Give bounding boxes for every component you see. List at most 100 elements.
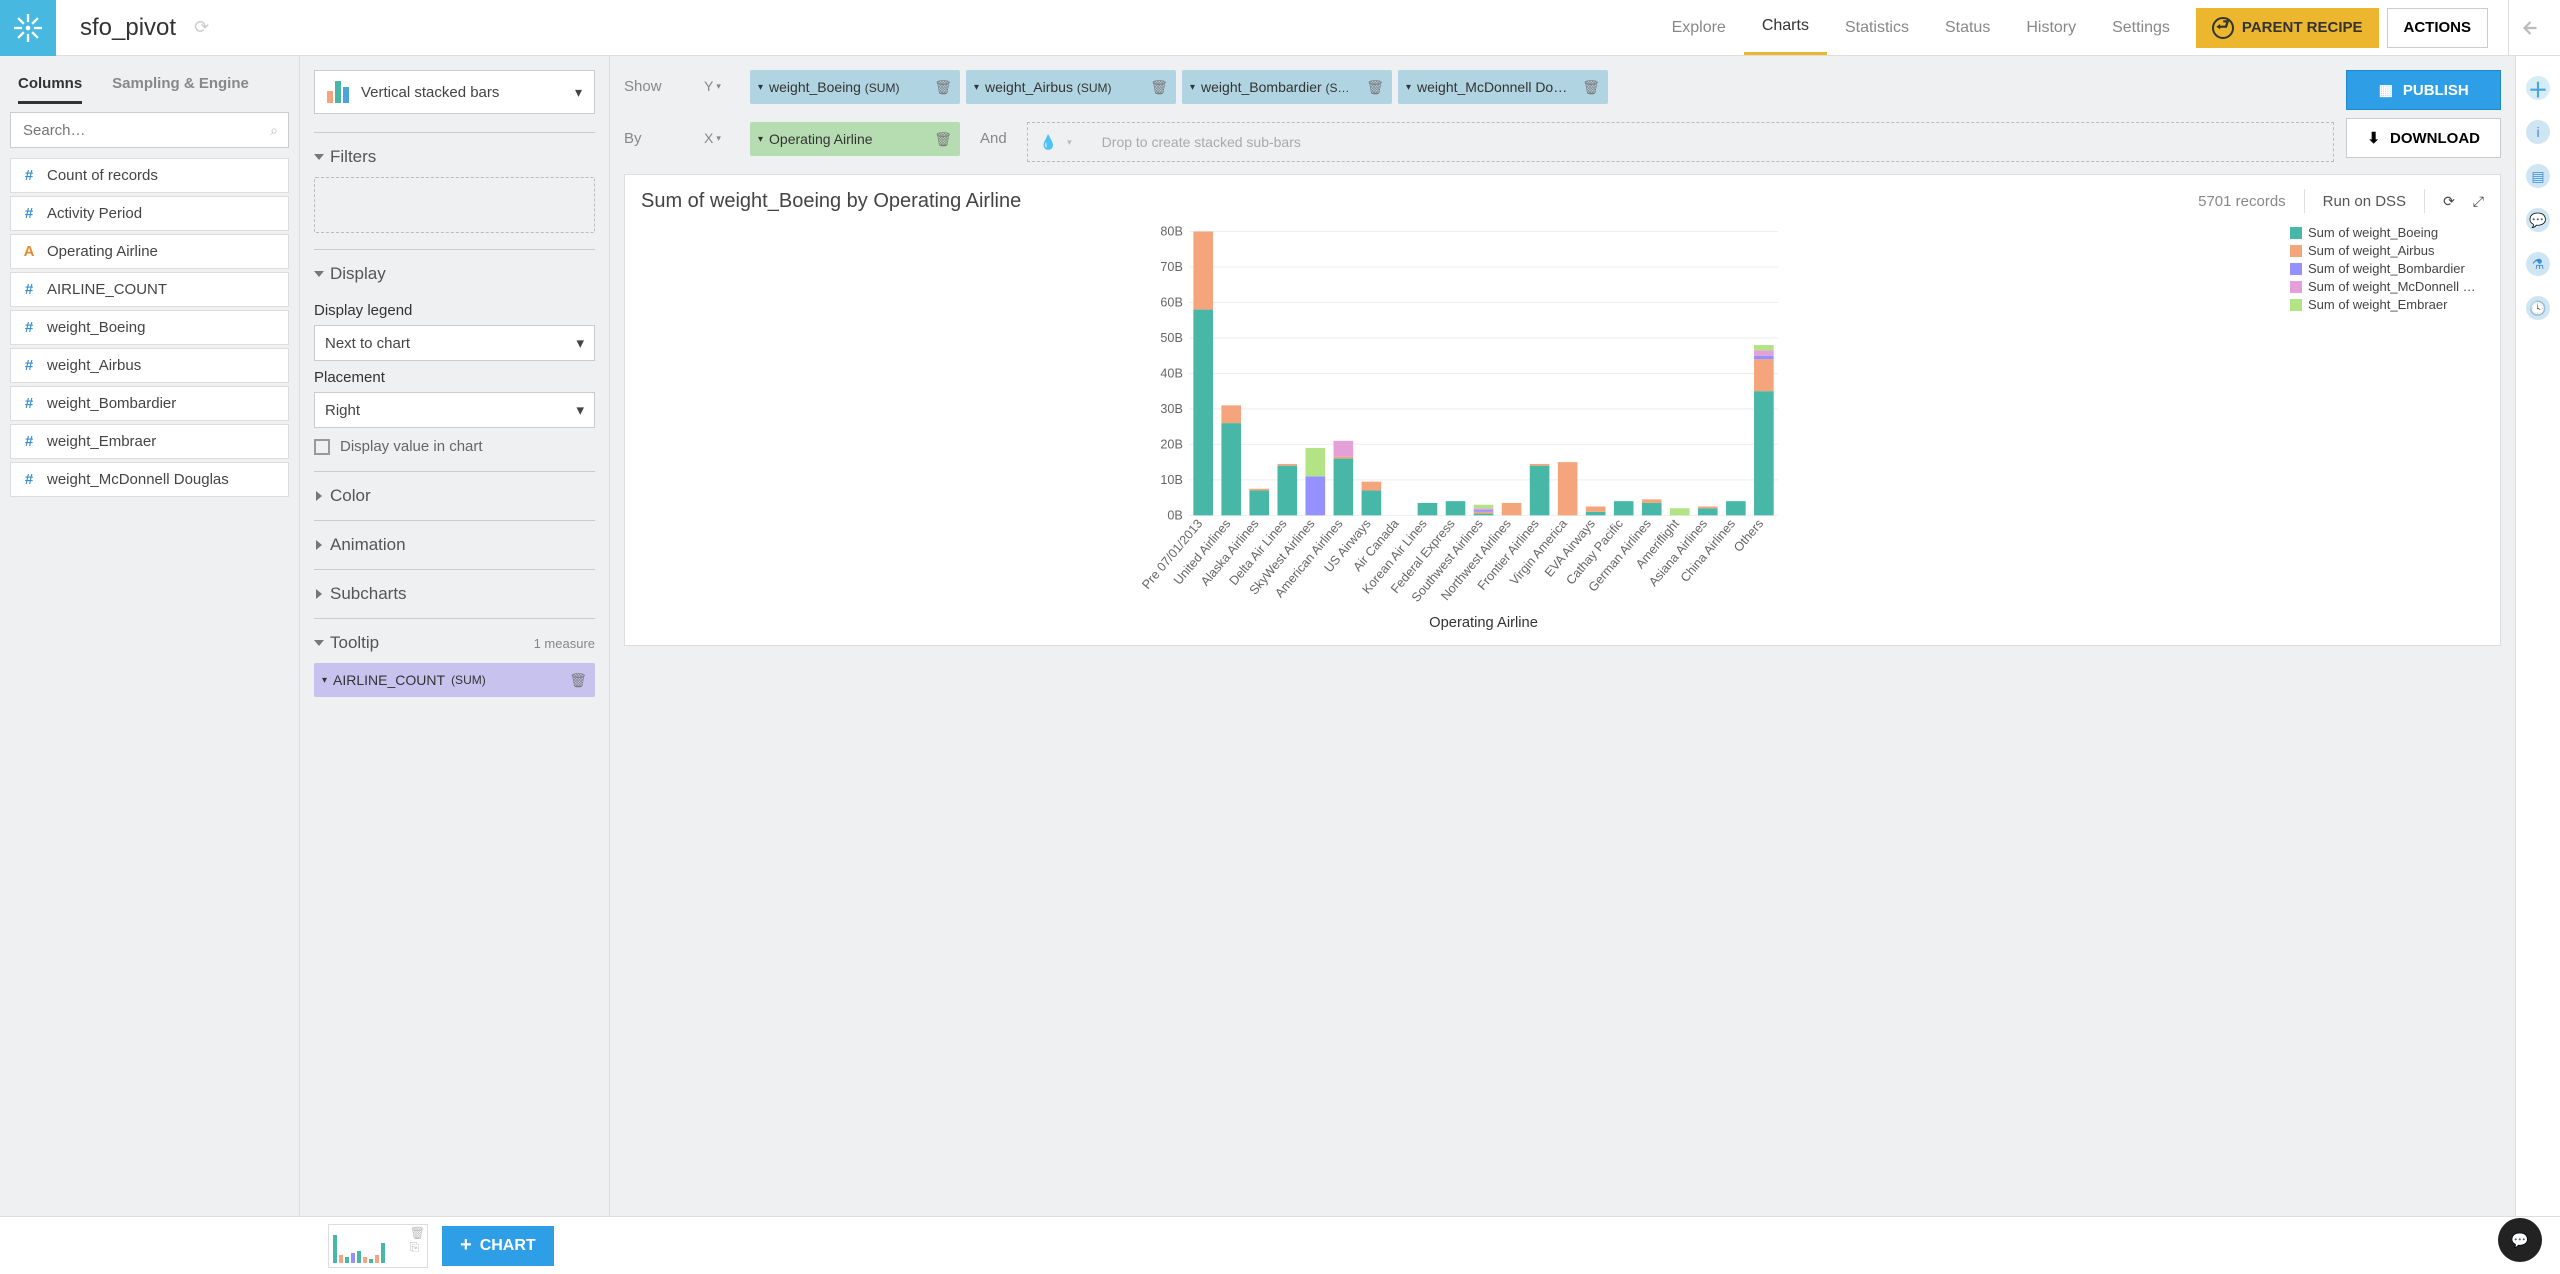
nav-tab-explore[interactable]: Explore	[1654, 0, 1744, 55]
intercom-icon[interactable]: 💬	[2498, 1218, 2542, 1262]
column-item[interactable]: AOperating Airline	[10, 234, 289, 269]
trash-icon[interactable]: 🗑	[934, 131, 952, 148]
chevron-down-icon: ▾	[1406, 82, 1411, 93]
section-color[interactable]: Color	[314, 482, 595, 510]
nav-tab-charts[interactable]: Charts	[1744, 0, 1827, 55]
type-icon: #	[21, 319, 37, 336]
svg-text:60B: 60B	[1160, 296, 1182, 310]
publish-icon: ▦	[2379, 81, 2393, 99]
legend-label: Display legend	[314, 302, 595, 319]
chart-legend: Sum of weight_BoeingSum of weight_Airbus…	[2284, 221, 2484, 631]
x-pill[interactable]: ▾ Operating Airline 🗑	[750, 122, 960, 156]
legend-swatch	[2290, 281, 2302, 293]
chevron-down-icon: ▾	[576, 401, 584, 419]
y-pill[interactable]: ▾weight_Bombardier (S…🗑	[1182, 70, 1392, 104]
chevron-down-icon: ▾	[758, 134, 763, 145]
nav-tab-history[interactable]: History	[2008, 0, 2094, 55]
legend-select[interactable]: Next to chart▾	[314, 325, 595, 361]
tooltip-pill[interactable]: ▾ AIRLINE_COUNT (SUM) 🗑	[314, 663, 595, 697]
section-display[interactable]: Display	[314, 260, 595, 288]
y-pill[interactable]: ▾weight_McDonnell Do… 🗑	[1398, 70, 1608, 104]
rail-table-icon[interactable]: ▤	[2526, 164, 2550, 188]
column-item[interactable]: #weight_Bombardier	[10, 386, 289, 421]
svg-text:0B: 0B	[1167, 509, 1182, 523]
new-chart-button[interactable]: +CHART	[442, 1226, 554, 1266]
chart-thumbnail[interactable]: 🗑⎘	[328, 1224, 428, 1268]
legend-item: Sum of weight_Airbus	[2290, 243, 2484, 258]
axis-x-label[interactable]: X ▾	[704, 122, 730, 146]
tab-columns[interactable]: Columns	[18, 68, 82, 104]
placement-select[interactable]: Right▾	[314, 392, 595, 428]
publish-button[interactable]: ▦ PUBLISH	[2346, 70, 2501, 110]
section-subcharts[interactable]: Subcharts	[314, 580, 595, 608]
display-value-checkbox[interactable]: Display value in chart	[314, 438, 595, 455]
svg-text:80B: 80B	[1160, 225, 1182, 239]
type-icon: #	[21, 357, 37, 374]
download-button[interactable]: ⬇ DOWNLOAD	[2346, 118, 2501, 158]
records-count: 5701 records	[2198, 193, 2286, 210]
y-pill[interactable]: ▾weight_Boeing (SUM)🗑	[750, 70, 960, 104]
chart-plot[interactable]: 0B10B20B30B40B50B60B70B80BPre 07/01/2013…	[641, 221, 2284, 631]
page-title: sfo_pivot	[80, 14, 176, 42]
column-item[interactable]: #weight_McDonnell Douglas	[10, 462, 289, 497]
chevron-down-icon: ▾	[1190, 82, 1195, 93]
drop-icon: 💧	[1040, 134, 1057, 151]
legend-item: Sum of weight_Bombardier	[2290, 261, 2484, 276]
rail-chat-icon[interactable]: 💬	[2526, 208, 2550, 232]
legend-swatch	[2290, 245, 2302, 257]
rail-history-icon[interactable]: 🕓	[2526, 296, 2550, 320]
chart-type-select[interactable]: Vertical stacked bars ▾	[314, 70, 595, 114]
rail-info-icon[interactable]: i	[2526, 120, 2550, 144]
parent-recipe-label: PARENT RECIPE	[2242, 19, 2363, 36]
back-arrow-icon[interactable]	[2508, 0, 2548, 56]
nav-tab-settings[interactable]: Settings	[2094, 0, 2188, 55]
nav-tab-status[interactable]: Status	[1927, 0, 2008, 55]
subgroup-drop[interactable]: 💧▾ Drop to create stacked sub-bars	[1027, 122, 2335, 162]
column-item[interactable]: #weight_Boeing	[10, 310, 289, 345]
column-item[interactable]: #weight_Embraer	[10, 424, 289, 459]
axis-y-label[interactable]: Y ▾	[704, 70, 730, 94]
type-icon: #	[21, 395, 37, 412]
tab-sampling[interactable]: Sampling & Engine	[112, 68, 249, 104]
search-input-wrapper[interactable]: ⌕	[10, 112, 289, 148]
legend-item: Sum of weight_Embraer	[2290, 297, 2484, 312]
refresh-icon[interactable]: ⟳	[194, 17, 209, 38]
run-on-dss[interactable]: Run on DSS	[2323, 193, 2406, 210]
section-animation[interactable]: Animation	[314, 531, 595, 559]
chevron-down-icon: ▾	[576, 334, 584, 352]
y-pill[interactable]: ▾weight_Airbus (SUM)🗑	[966, 70, 1176, 104]
refresh-chart-icon[interactable]: ⟳	[2443, 193, 2455, 210]
actions-button[interactable]: ACTIONS	[2387, 8, 2489, 48]
search-input[interactable]	[21, 121, 270, 140]
column-item[interactable]: #weight_Airbus	[10, 348, 289, 383]
svg-text:Others: Others	[1731, 517, 1766, 555]
trash-icon[interactable]: 🗑	[1582, 79, 1600, 96]
rail-lab-icon[interactable]: ⚗	[2526, 252, 2550, 276]
legend-swatch	[2290, 299, 2302, 311]
trash-icon[interactable]: 🗑	[934, 79, 952, 96]
parent-recipe-button[interactable]: ⮐ PARENT RECIPE	[2196, 8, 2379, 48]
expand-icon[interactable]: ⤢	[2473, 193, 2484, 210]
app-logo[interactable]	[0, 0, 56, 56]
thumb-copy-icon[interactable]: ⎘	[410, 1241, 425, 1253]
bar-chart-icon	[327, 81, 349, 103]
section-tooltip[interactable]: Tooltip1 measure	[314, 629, 595, 657]
section-filters[interactable]: Filters	[314, 143, 595, 171]
column-item[interactable]: #AIRLINE_COUNT	[10, 272, 289, 307]
type-icon: #	[21, 471, 37, 488]
filters-drop[interactable]	[314, 177, 595, 233]
trash-icon[interactable]: 🗑	[1366, 79, 1384, 96]
legend-swatch	[2290, 227, 2302, 239]
nav-tab-statistics[interactable]: Statistics	[1827, 0, 1927, 55]
type-icon: #	[21, 167, 37, 184]
svg-text:30B: 30B	[1160, 402, 1182, 416]
plus-icon: +	[460, 1234, 472, 1257]
chart-type-label: Vertical stacked bars	[361, 84, 563, 101]
thumb-trash-icon[interactable]: 🗑	[410, 1227, 425, 1239]
chevron-down-icon: ▾	[974, 82, 979, 93]
column-item[interactable]: #Count of records	[10, 158, 289, 193]
column-item[interactable]: #Activity Period	[10, 196, 289, 231]
rail-add-icon[interactable]: ＋	[2526, 76, 2550, 100]
trash-icon[interactable]: 🗑	[569, 672, 587, 689]
trash-icon[interactable]: 🗑	[1150, 79, 1168, 96]
